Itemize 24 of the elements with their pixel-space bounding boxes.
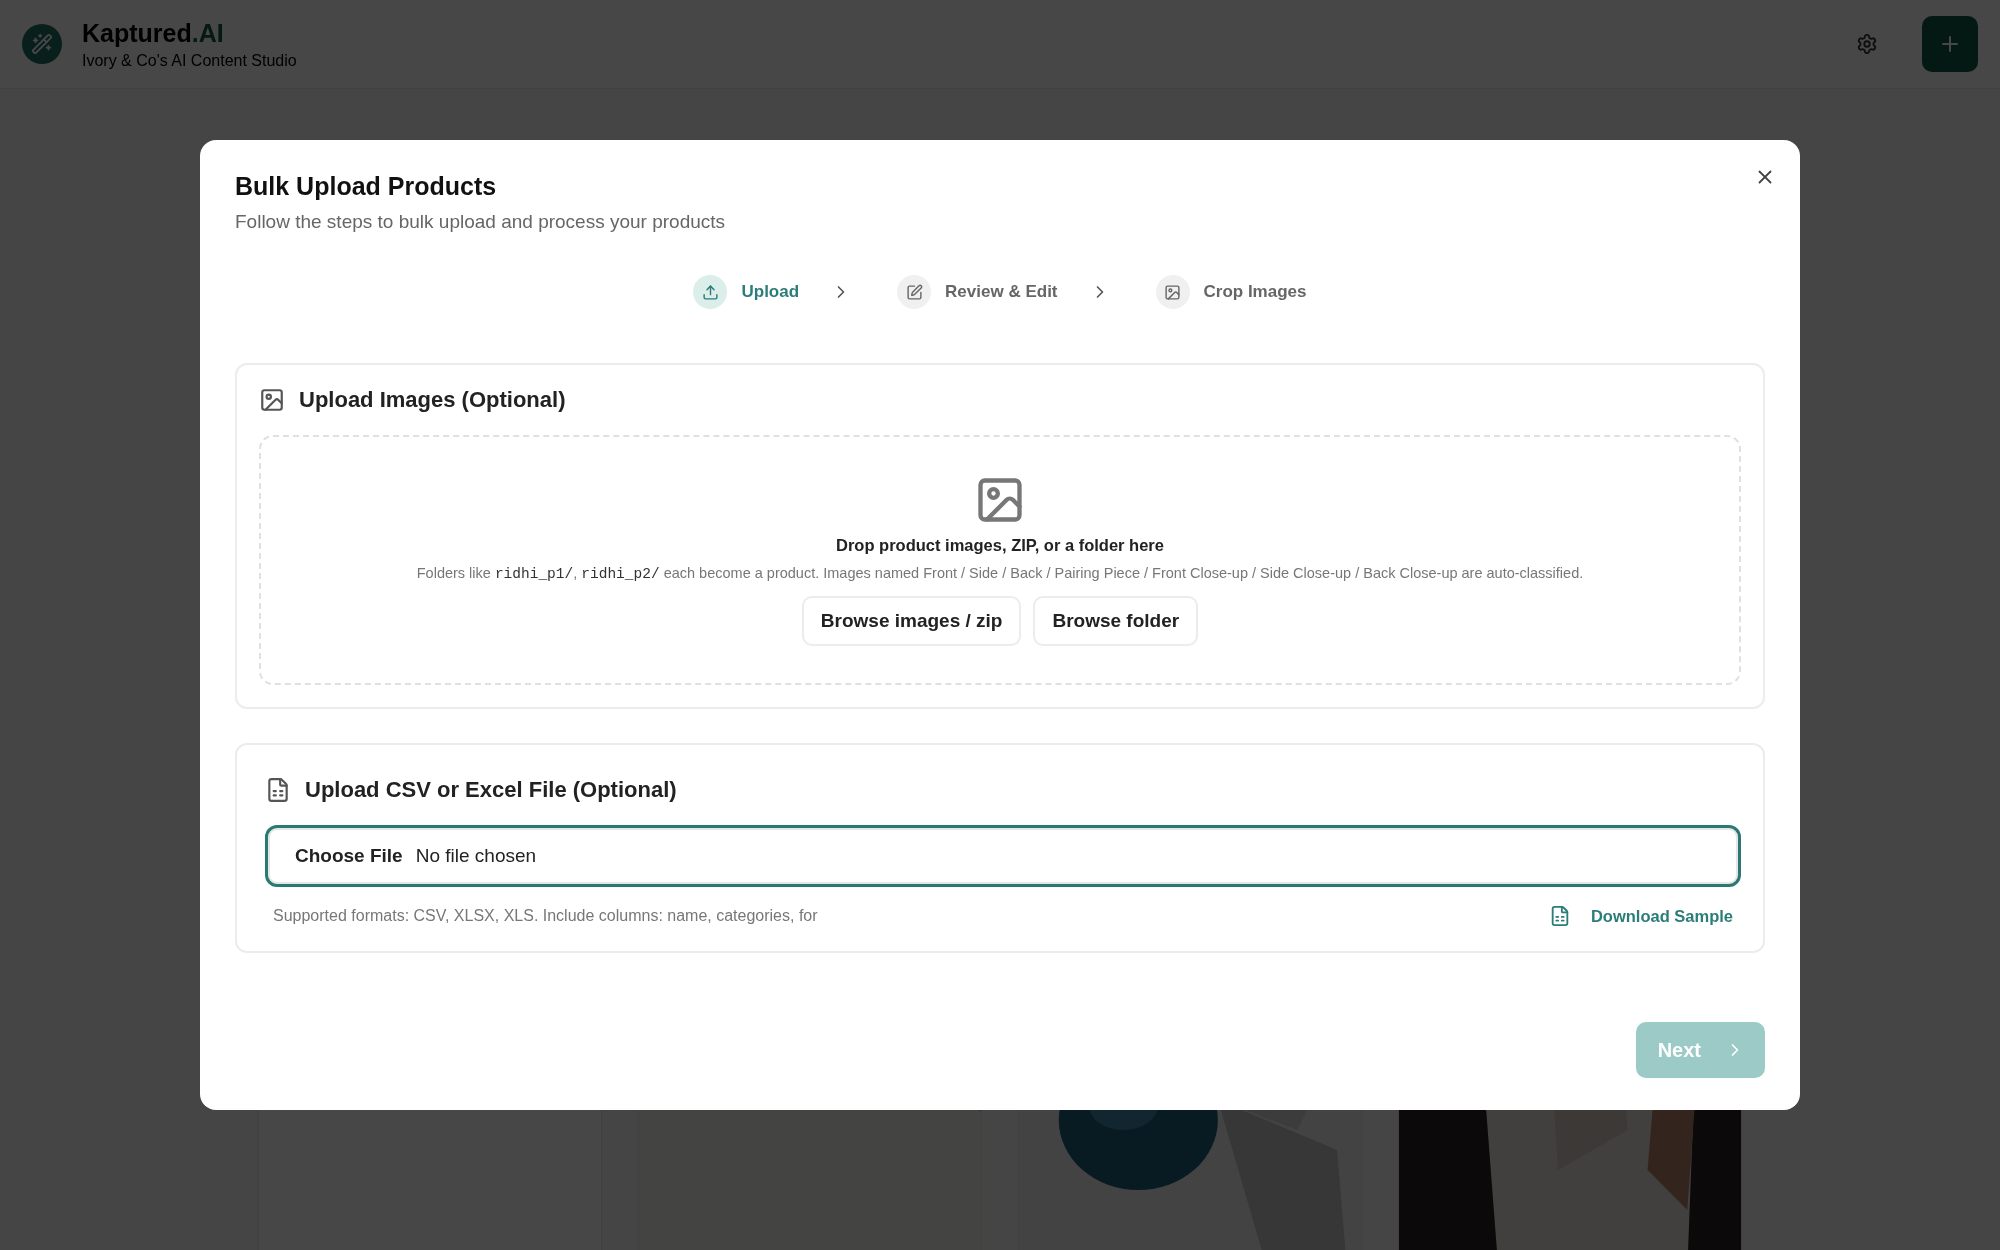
dialog-subtitle: Follow the steps to bulk upload and process your products xyxy=(235,211,727,233)
pencil-icon xyxy=(905,283,923,301)
image-icon xyxy=(259,387,285,413)
file-input-field[interactable]: Choose File No file chosen xyxy=(265,825,1741,887)
brand-subtitle: Ivory & Co's AI Content Studio xyxy=(82,51,298,70)
drop-zone[interactable] xyxy=(259,435,1741,685)
spreadsheet-icon xyxy=(265,777,291,803)
section-title: Upload CSV or Excel File (Optional) xyxy=(305,777,677,803)
brand-name: Kaptured.AI xyxy=(82,18,225,48)
format-help-text: Supported formats: CSV, XLSX, XLS. Include columns: name, categories, for xyxy=(273,907,818,925)
drop-title: Drop product images, ZIP, or a folder here xyxy=(836,536,1164,555)
dialog-title: Bulk Upload Products xyxy=(235,172,498,201)
step-tab[interactable]: Crop Images xyxy=(1155,275,1307,309)
drop-hint: Folders like ridhi_p1/, ridhi_p2/ each become a product. Images named Front / Side / Back / Pairing Piece / Front Close-up / Side Close-up / Back Close-up are auto-classified. xyxy=(416,565,1584,582)
upload-icon xyxy=(702,283,719,301)
browse-button[interactable]: Browse images / zip xyxy=(801,596,1022,646)
download-sample-link[interactable]: Download Sample xyxy=(1548,905,1733,927)
file-status-text: No file chosen xyxy=(415,845,537,867)
choose-file-button[interactable]: Choose File xyxy=(295,845,403,867)
browse-button[interactable]: Browse folder xyxy=(1033,596,1199,646)
image-icon xyxy=(1164,283,1181,301)
step-tab[interactable]: Review & Edit xyxy=(897,275,1058,309)
section-title: Upload Images (Optional) xyxy=(299,387,566,413)
step-tab[interactable]: Upload xyxy=(693,275,800,309)
